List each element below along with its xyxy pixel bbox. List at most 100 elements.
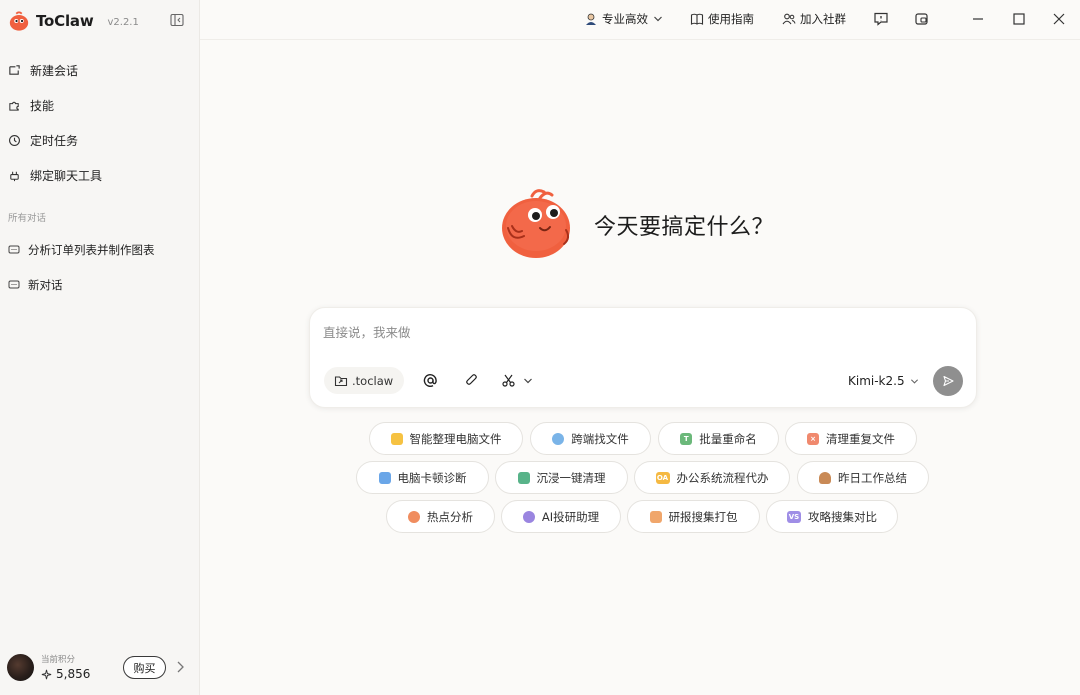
sidebar-item-label: 绑定聊天工具 bbox=[30, 168, 103, 183]
suggestion-chip[interactable]: OA 办公系统流程代办 bbox=[634, 461, 790, 494]
suggestion-chip[interactable]: T 批量重命名 bbox=[658, 422, 779, 455]
chat-bubble-icon bbox=[8, 245, 20, 254]
scissors-icon[interactable] bbox=[501, 373, 516, 388]
sidebar-item-skills[interactable]: 技能 bbox=[8, 94, 54, 116]
user-avatar-icon bbox=[586, 13, 596, 25]
chevron-down-icon bbox=[654, 16, 662, 22]
suggestion-label: 电脑卡顿诊断 bbox=[397, 470, 467, 485]
sidebar-item-label: 定时任务 bbox=[30, 133, 79, 148]
suggestion-chip[interactable]: × 清理重复文件 bbox=[785, 422, 917, 455]
puzzle-icon bbox=[9, 101, 19, 111]
buy-button[interactable]: 购买 bbox=[123, 656, 166, 679]
sidebar: ToClaw v2.2.1 新建会话 技能 定时任务 绑定聊天工具 所有对话 分… bbox=[0, 0, 200, 695]
guide-link[interactable]: 使用指南 bbox=[690, 10, 754, 28]
feedback-icon[interactable] bbox=[873, 11, 889, 27]
search-icon bbox=[552, 432, 565, 445]
chevron-down-icon bbox=[910, 378, 918, 384]
suggestion-label: 沉浸一键清理 bbox=[536, 470, 606, 485]
fire-icon bbox=[408, 510, 420, 523]
suggestion-label: 昨日工作总结 bbox=[838, 470, 907, 485]
suggestion-chip[interactable]: 智能整理电脑文件 bbox=[369, 422, 523, 455]
suggestion-label: 热点分析 bbox=[427, 509, 473, 524]
suggestion-chip[interactable]: VS 攻略搜集对比 bbox=[766, 500, 898, 533]
send-button[interactable] bbox=[933, 366, 963, 396]
chat-history-label: 分析订单列表并制作图表 bbox=[28, 243, 155, 257]
ai-chat-icon bbox=[522, 510, 535, 523]
delete-icon: × bbox=[807, 432, 819, 445]
points-value: 5,856 bbox=[41, 667, 90, 681]
suggestion-label: 办公系统流程代办 bbox=[676, 470, 769, 485]
mascot-logo-icon bbox=[502, 189, 570, 258]
chevron-down-icon[interactable] bbox=[523, 376, 533, 386]
guide-label: 使用指南 bbox=[708, 12, 754, 26]
package-icon bbox=[649, 510, 662, 523]
points-number: 5,856 bbox=[56, 667, 91, 681]
maximize-icon[interactable] bbox=[1011, 11, 1027, 27]
composer: 直接说，我来做 .toclaw Kimi-k2.5 bbox=[309, 307, 977, 408]
workspace-folder-button[interactable]: .toclaw bbox=[324, 367, 405, 394]
suggestion-label: 研报搜集打包 bbox=[668, 509, 738, 524]
close-icon[interactable] bbox=[1051, 11, 1067, 27]
plug-icon bbox=[10, 171, 19, 181]
rename-icon: T bbox=[680, 432, 693, 445]
sidebar-item-label: 技能 bbox=[30, 98, 55, 113]
suggestion-chip[interactable]: 昨日工作总结 bbox=[797, 461, 929, 494]
all-chats-section-label: 所有对话 bbox=[8, 213, 47, 224]
suggestion-chip[interactable]: 热点分析 bbox=[386, 500, 495, 533]
folder-link-icon bbox=[334, 375, 348, 386]
suggestion-chip[interactable]: AI投研助理 bbox=[501, 500, 621, 533]
app-version: v2.2.1 bbox=[107, 16, 139, 28]
suggestion-label: 批量重命名 bbox=[699, 431, 757, 446]
mention-icon[interactable] bbox=[423, 373, 438, 388]
sidebar-collapse-icon[interactable] bbox=[170, 13, 184, 27]
chat-bubble-icon bbox=[8, 280, 20, 289]
suggestion-chip[interactable]: 电脑卡顿诊断 bbox=[356, 461, 489, 494]
clock-icon bbox=[9, 134, 20, 146]
prompt-input[interactable]: 直接说，我来做 bbox=[323, 322, 411, 341]
broom-icon bbox=[517, 471, 530, 484]
chat-history-label: 新对话 bbox=[28, 278, 63, 292]
suggestion-label: 攻略搜集对比 bbox=[808, 509, 877, 524]
suggestion-label: 跨端找文件 bbox=[571, 431, 629, 446]
top-bar: 专业高效 使用指南 加入社群 bbox=[200, 0, 1080, 40]
community-label: 加入社群 bbox=[800, 12, 846, 26]
window-switch-icon[interactable] bbox=[914, 11, 930, 27]
sidebar-item-bind-chat-tools[interactable]: 绑定聊天工具 bbox=[8, 164, 102, 186]
vs-icon: VS bbox=[787, 510, 801, 523]
chat-history-item[interactable]: 新对话 bbox=[8, 274, 63, 296]
suggestion-label: AI投研助理 bbox=[541, 509, 600, 524]
cake-icon bbox=[819, 471, 831, 484]
suggestion-chip[interactable]: 研报搜集打包 bbox=[627, 500, 760, 533]
attachment-icon[interactable] bbox=[464, 373, 479, 388]
chat-history-item[interactable]: 分析订单列表并制作图表 bbox=[8, 239, 155, 261]
suggestion-chip[interactable]: 跨端找文件 bbox=[530, 422, 651, 455]
sidebar-item-label: 新建会话 bbox=[30, 63, 79, 78]
send-icon bbox=[943, 375, 954, 387]
monitor-icon bbox=[378, 471, 391, 484]
mode-label: 专业高效 bbox=[602, 12, 648, 26]
sidebar-item-new-chat[interactable]: 新建会话 bbox=[8, 59, 78, 81]
toclaw-logo-icon bbox=[9, 11, 29, 31]
minimize-icon[interactable] bbox=[970, 11, 986, 27]
points-sparkle-icon bbox=[41, 669, 52, 679]
folder-label: .toclaw bbox=[352, 373, 394, 388]
sidebar-item-scheduled-tasks[interactable]: 定时任务 bbox=[8, 129, 78, 151]
sidebar-footer: 当前积分 5,856 购买 bbox=[0, 645, 200, 691]
suggestion-chip[interactable]: 沉浸一键清理 bbox=[495, 461, 628, 494]
book-icon bbox=[690, 13, 704, 25]
brand: ToClaw v2.2.1 bbox=[8, 9, 139, 33]
suggestion-label: 智能整理电脑文件 bbox=[409, 431, 502, 446]
suggestion-label: 清理重复文件 bbox=[826, 431, 895, 446]
mode-selector[interactable]: 专业高效 bbox=[584, 10, 663, 28]
community-link[interactable]: 加入社群 bbox=[782, 10, 846, 28]
model-selector[interactable]: Kimi-k2.5 bbox=[848, 372, 919, 390]
new-chat-icon bbox=[9, 64, 20, 75]
hero-title: 今天要搞定什么？ bbox=[594, 215, 775, 240]
chevron-right-icon[interactable] bbox=[176, 661, 185, 673]
oa-icon: OA bbox=[655, 471, 670, 484]
avatar[interactable] bbox=[7, 654, 34, 681]
model-label: Kimi-k2.5 bbox=[848, 374, 905, 388]
points-label: 当前积分 bbox=[41, 655, 76, 665]
users-icon bbox=[782, 13, 796, 25]
folder-icon bbox=[390, 432, 403, 445]
